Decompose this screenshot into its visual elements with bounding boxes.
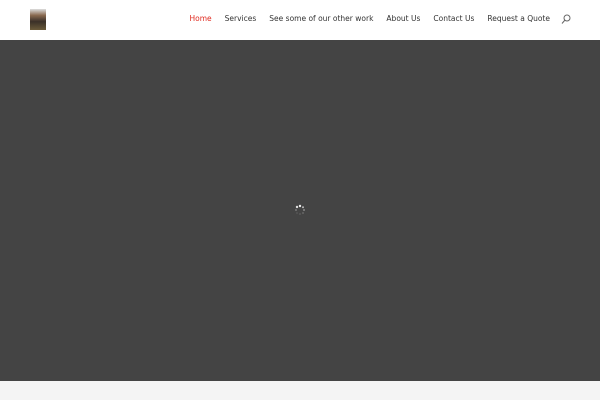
main-nav: Home Services See some of our other work… xyxy=(190,14,551,23)
nav-other-work[interactable]: See some of our other work xyxy=(269,14,373,23)
loading-spinner-icon xyxy=(295,204,305,215)
next-section xyxy=(0,381,600,400)
nav-quote[interactable]: Request a Quote xyxy=(487,14,550,23)
nav-contact[interactable]: Contact Us xyxy=(433,14,474,23)
nav-services[interactable]: Services xyxy=(225,14,257,23)
nav-about[interactable]: About Us xyxy=(386,14,420,23)
site-header: Home Services See some of our other work… xyxy=(0,0,600,40)
nav-home[interactable]: Home xyxy=(190,14,212,23)
search-icon[interactable] xyxy=(561,14,571,24)
logo[interactable] xyxy=(30,9,46,30)
